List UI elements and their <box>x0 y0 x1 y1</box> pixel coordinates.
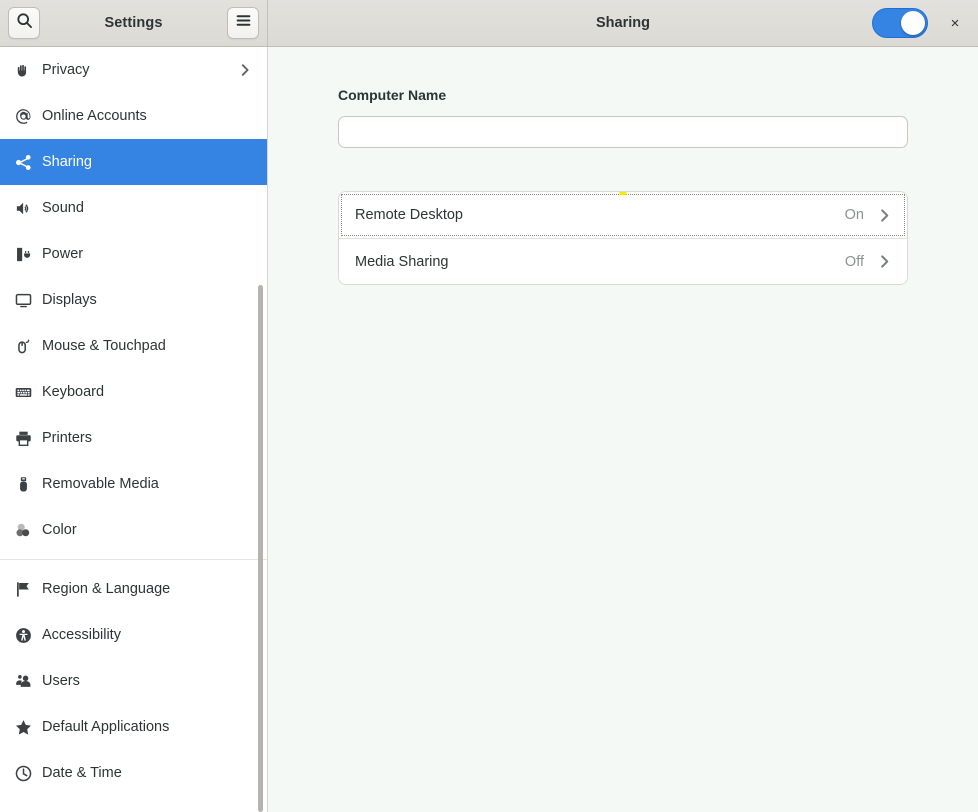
sidebar-item-online-accounts[interactable]: Online Accounts <box>0 93 267 139</box>
display-monitor-icon <box>12 289 34 311</box>
sidebar-item-date-time[interactable]: Date & Time <box>0 750 267 796</box>
main-menu-button[interactable] <box>227 7 259 39</box>
accessibility-person-icon <box>12 624 34 646</box>
sidebar-item-sharing[interactable]: Sharing <box>0 139 267 185</box>
sidebar-headerbar: Settings <box>0 0 268 46</box>
sidebar-item-label: Accessibility <box>42 628 121 643</box>
sidebar-item-accessibility[interactable]: Accessibility <box>0 612 267 658</box>
sharing-row-remote-desktop[interactable]: Remote Desktop On <box>339 192 907 238</box>
content-inner: Computer Name Remote Desktop On Media Shar… <box>338 87 908 285</box>
sidebar-nav-list[interactable]: Privacy Online Accounts Sharing Sound Power D… <box>0 47 267 812</box>
sidebar-item-label: Online Accounts <box>42 109 147 124</box>
sharing-row-state: On <box>845 207 864 223</box>
sidebar-item-printers[interactable]: Printers <box>0 415 267 461</box>
sidebar-item-about[interactable]: About <box>0 796 267 812</box>
sidebar-item-privacy[interactable]: Privacy <box>0 47 267 93</box>
close-icon: × <box>951 15 960 32</box>
sidebar-item-sound[interactable]: Sound <box>0 185 267 231</box>
content-area: Computer Name Remote Desktop On Media Shar… <box>268 47 978 812</box>
hamburger-menu-icon <box>235 12 252 34</box>
mouse-icon <box>12 335 34 357</box>
sidebar-item-label: Date & Time <box>42 766 122 781</box>
sidebar-item-label: Privacy <box>42 63 90 78</box>
chevron-right-icon <box>237 62 253 78</box>
search-button[interactable] <box>8 7 40 39</box>
sidebar-item-region-language[interactable]: Region & Language <box>0 566 267 612</box>
sharing-options-card: Remote Desktop On Media Sharing Off <box>338 191 908 285</box>
settings-window: Settings Sharing × <box>0 0 978 812</box>
printer-icon <box>12 427 34 449</box>
computer-name-input[interactable] <box>338 116 908 148</box>
focus-caret-marker <box>620 191 627 195</box>
sidebar-separator <box>0 559 267 560</box>
sidebar-item-mouse-touchpad[interactable]: Mouse & Touchpad <box>0 323 267 369</box>
clock-icon <box>12 762 34 784</box>
chevron-right-icon <box>876 253 893 270</box>
color-circles-icon <box>12 519 34 541</box>
search-icon <box>16 12 33 34</box>
sidebar-item-label: Mouse & Touchpad <box>42 339 166 354</box>
sidebar-item-label: Displays <box>42 293 97 308</box>
sidebar-title: Settings <box>40 15 227 31</box>
toggle-knob <box>901 11 925 35</box>
sidebar-item-label: Printers <box>42 431 92 446</box>
users-people-icon <box>12 670 34 692</box>
sidebar-item-label: Color <box>42 523 77 538</box>
speaker-icon <box>12 197 34 219</box>
sharing-row-media-sharing[interactable]: Media Sharing Off <box>339 238 907 284</box>
power-plug-icon <box>12 243 34 265</box>
at-sign-icon <box>12 105 34 127</box>
sidebar-item-default-applications[interactable]: Default Applications <box>0 704 267 750</box>
sparkle-icon <box>12 808 34 812</box>
sidebar-item-label: Keyboard <box>42 385 104 400</box>
share-nodes-icon <box>12 151 34 173</box>
close-window-button[interactable]: × <box>942 10 968 36</box>
header-actions: × <box>872 8 968 38</box>
sidebar-item-label: Removable Media <box>42 477 159 492</box>
sidebar: Privacy Online Accounts Sharing Sound Power D… <box>0 47 268 812</box>
star-icon <box>12 716 34 738</box>
sidebar-item-label: Users <box>42 674 80 689</box>
sidebar-item-label: Sound <box>42 201 84 216</box>
usb-drive-icon <box>12 473 34 495</box>
sidebar-scrollbar[interactable] <box>258 285 263 812</box>
sharing-row-title: Media Sharing <box>355 254 449 270</box>
window-body: Privacy Online Accounts Sharing Sound Power D… <box>0 47 978 812</box>
privacy-hand-icon <box>12 59 34 81</box>
sidebar-item-removable-media[interactable]: Removable Media <box>0 461 267 507</box>
sharing-row-state: Off <box>845 254 864 270</box>
sidebar-item-label: Power <box>42 247 83 262</box>
flag-icon <box>12 578 34 600</box>
sidebar-item-label: Default Applications <box>42 720 169 735</box>
chevron-right-icon <box>876 207 893 224</box>
computer-name-label: Computer Name <box>338 87 908 103</box>
sidebar-item-power[interactable]: Power <box>0 231 267 277</box>
sharing-master-toggle[interactable] <box>872 8 928 38</box>
sidebar-item-displays[interactable]: Displays <box>0 277 267 323</box>
sidebar-item-color[interactable]: Color <box>0 507 267 553</box>
sidebar-item-users[interactable]: Users <box>0 658 267 704</box>
sidebar-item-label: Region & Language <box>42 582 170 597</box>
keyboard-icon <box>12 381 34 403</box>
sidebar-item-label: Sharing <box>42 155 92 170</box>
sharing-row-title: Remote Desktop <box>355 207 463 223</box>
titlebar: Settings Sharing × <box>0 0 978 47</box>
sidebar-item-keyboard[interactable]: Keyboard <box>0 369 267 415</box>
content-headerbar: Sharing × <box>268 0 978 46</box>
